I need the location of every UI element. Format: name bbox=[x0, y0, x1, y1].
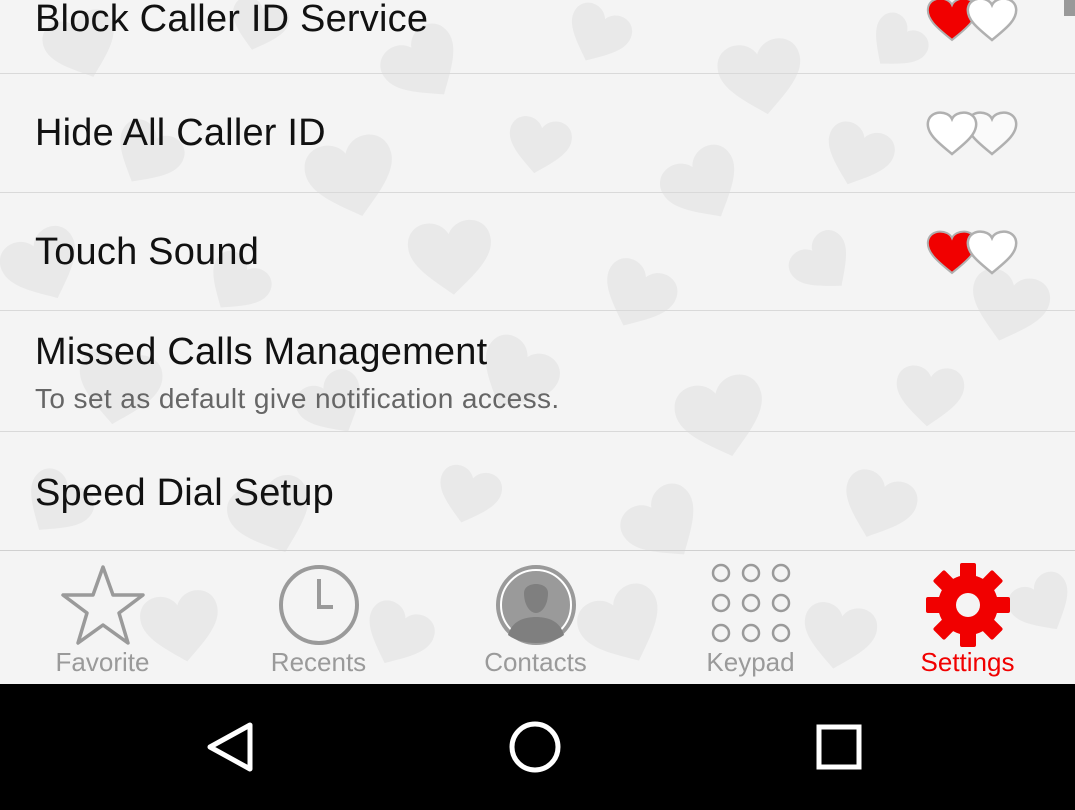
keypad-icon bbox=[711, 563, 790, 643]
heart-toggle-off-icon bbox=[926, 111, 1018, 156]
tab-label: Recents bbox=[270, 647, 367, 677]
star-icon bbox=[60, 565, 145, 645]
nav-home-button[interactable] bbox=[490, 709, 580, 785]
setting-title: Speed Dial Setup bbox=[35, 472, 334, 514]
tab-settings[interactable]: Settings bbox=[860, 551, 1075, 685]
hide-caller-id-toggle[interactable] bbox=[922, 106, 1022, 162]
heart-toggle-on-icon bbox=[926, 0, 1018, 42]
clock-icon bbox=[278, 565, 359, 645]
recents-square-icon bbox=[816, 724, 862, 770]
gear-icon bbox=[925, 563, 1010, 647]
tab-recents[interactable]: Recents bbox=[211, 551, 426, 685]
nav-back-button[interactable] bbox=[190, 709, 280, 785]
setting-row-missed-calls[interactable]: Missed Calls Management To set as defaul… bbox=[0, 311, 1075, 432]
tab-label: Keypad bbox=[706, 647, 795, 677]
back-icon bbox=[207, 722, 253, 772]
setting-title: Touch Sound bbox=[35, 231, 260, 273]
nav-recent-apps-button[interactable] bbox=[794, 709, 884, 785]
setting-row-speed-dial[interactable]: Speed Dial Setup bbox=[0, 432, 1075, 551]
tab-favorite[interactable]: Favorite bbox=[0, 551, 210, 685]
scrollbar-thumb[interactable] bbox=[1064, 0, 1075, 16]
tab-label: Favorite bbox=[55, 647, 150, 677]
touch-sound-toggle[interactable] bbox=[922, 225, 1022, 281]
setting-subtitle: To set as default give notification acce… bbox=[35, 383, 560, 414]
tab-label: Contacts bbox=[484, 647, 587, 677]
system-navigation-bar bbox=[0, 684, 1075, 810]
bottom-tab-bar: Favorite Recents Contacts Keypad Setting… bbox=[0, 550, 1075, 684]
setting-title: Hide All Caller ID bbox=[35, 112, 326, 154]
home-icon bbox=[509, 721, 561, 773]
tab-contacts[interactable]: Contacts bbox=[428, 551, 643, 685]
person-icon bbox=[495, 565, 576, 645]
setting-row-block-caller-id[interactable]: Block Caller ID Service bbox=[0, 0, 1075, 74]
setting-row-hide-caller-id[interactable]: Hide All Caller ID bbox=[0, 74, 1075, 193]
tab-label: Settings bbox=[920, 647, 1015, 677]
heart-toggle-on-icon bbox=[926, 230, 1018, 275]
tab-keypad[interactable]: Keypad bbox=[643, 551, 858, 685]
setting-row-touch-sound[interactable]: Touch Sound bbox=[0, 193, 1075, 311]
setting-title: Missed Calls Management bbox=[35, 331, 488, 373]
block-caller-id-toggle[interactable] bbox=[922, 0, 1022, 48]
setting-title: Block Caller ID Service bbox=[35, 0, 429, 40]
